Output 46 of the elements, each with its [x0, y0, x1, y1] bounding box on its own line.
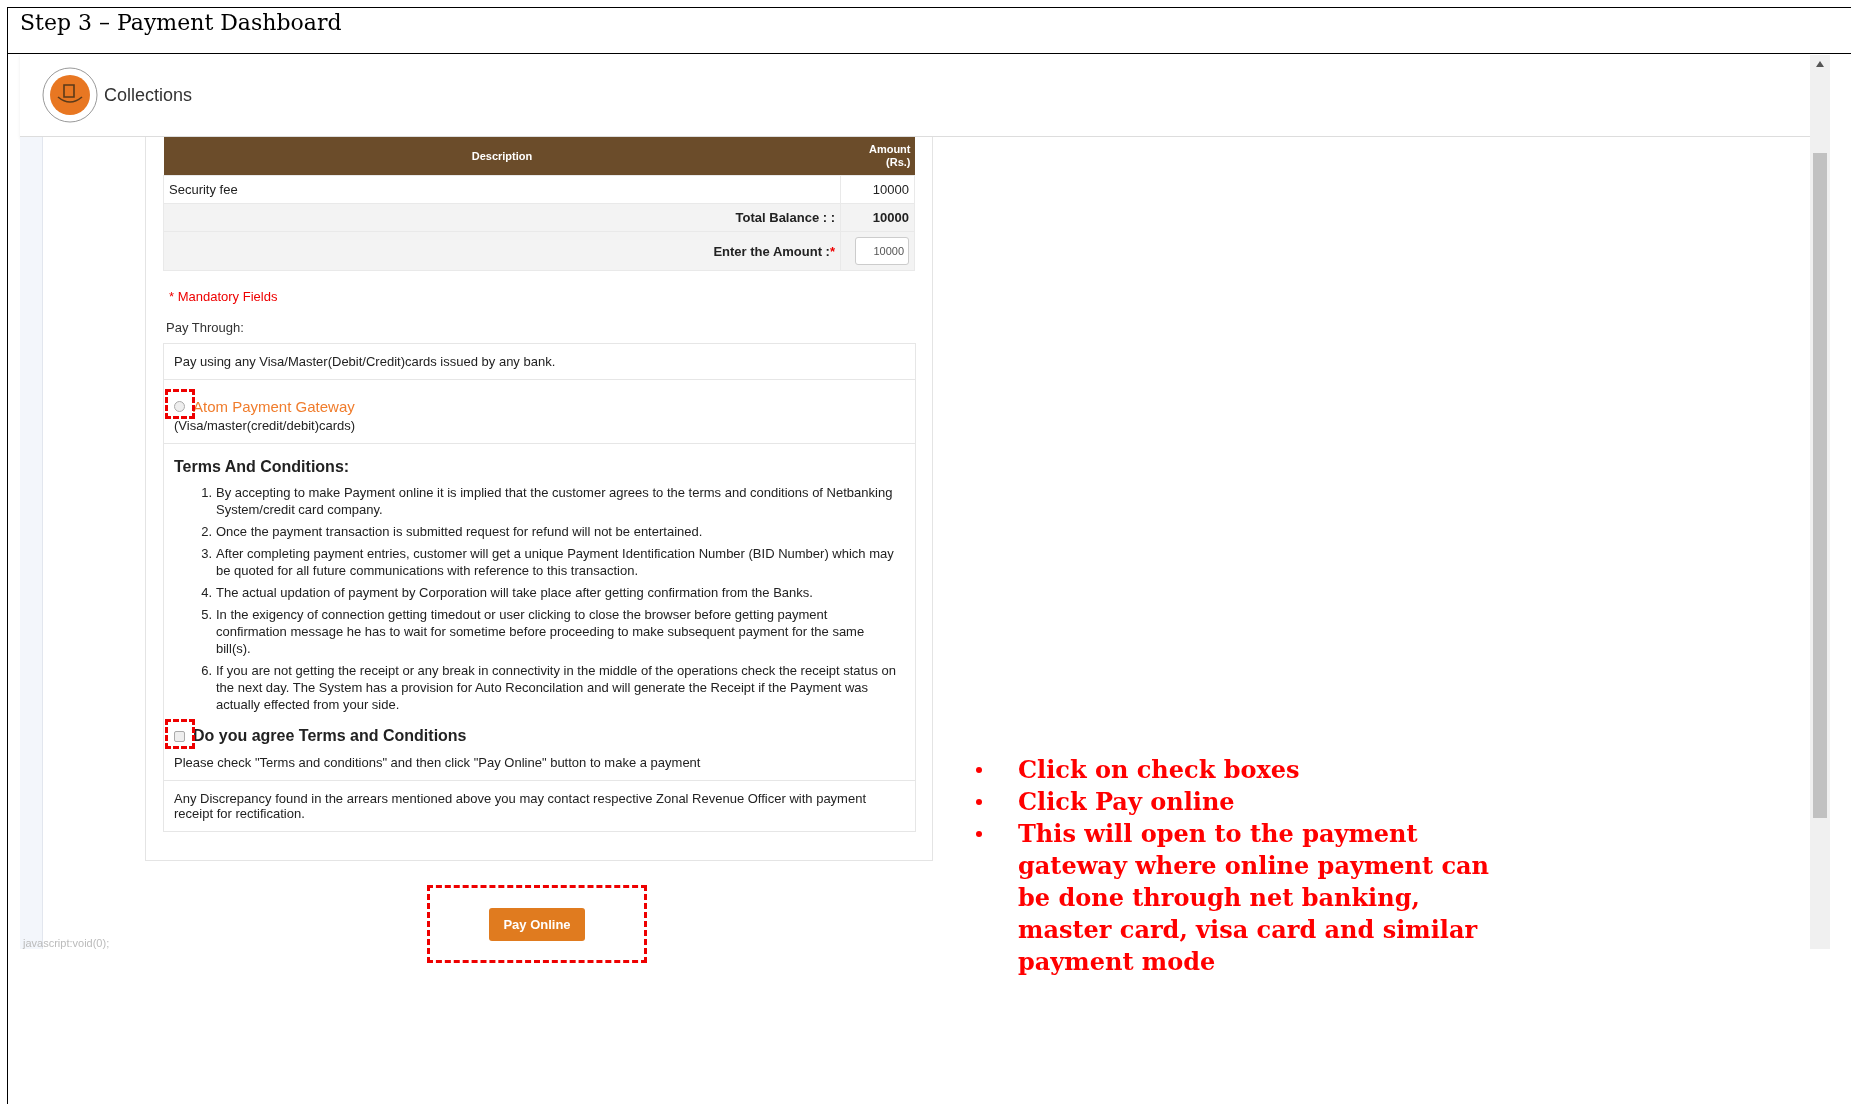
- mandatory-note: * Mandatory Fields: [169, 289, 279, 304]
- bullet-icon: [976, 831, 982, 837]
- scroll-up-icon[interactable]: [1816, 61, 1824, 67]
- terms-heading: Terms And Conditions:: [174, 458, 351, 476]
- radio-button[interactable]: [174, 401, 185, 412]
- terms-item: The actual updation of payment by Corporation will take place after getting confirmation from the Banks.: [216, 584, 814, 601]
- table-cell: Security fee: [163, 175, 841, 204]
- app-title: Collections: [104, 84, 193, 106]
- gateway-option[interactable]: Atom Payment Gateway: [193, 398, 355, 415]
- agree-checkbox[interactable]: [174, 730, 185, 742]
- highlight-marker: [165, 718, 195, 749]
- bullet-icon: [976, 767, 982, 773]
- terms-item: After completing payment entries, customer will get a unique Payment Identification Number (BID Number) which may be quoted for all future communications with reference to this transaction.: [216, 545, 895, 579]
- payment-info: Pay using any Visa/Master(Debit/Credit)cards issued by any bank.: [174, 354, 556, 369]
- column-header: Amount (Rs.): [840, 137, 915, 176]
- discrepancy-note: Any Discrepancy found in the arrears mentioned above you may contact respective Zonal Revenue Officer with payment receipt for rectification.: [174, 791, 866, 821]
- gateway-sublabel: (Visa/master(credit/debit)cards): [174, 418, 357, 433]
- scrollbar[interactable]: [1810, 55, 1830, 949]
- amount-input[interactable]: 10000: [855, 237, 909, 265]
- emblem-logo-icon: [42, 67, 98, 123]
- item-number: 3.: [200, 545, 212, 563]
- item-number: 2.: [200, 523, 212, 540]
- terms-item: Once the payment transaction is submitted request for refund will not be entertained.: [216, 523, 704, 540]
- amount-label: Enter the Amount :*: [713, 243, 835, 259]
- scrollbar-thumb[interactable]: [1813, 153, 1827, 818]
- column-header: Description: [163, 137, 841, 176]
- instruction-text: Click Pay online: [1018, 786, 1236, 818]
- bullet-icon: [976, 799, 982, 805]
- pay-through-label: Pay Through:: [166, 320, 245, 335]
- instruction-text: Click on check boxes: [1018, 754, 1301, 786]
- terms-item: If you are not getting the receipt or any break in connectivity in the middle of the operations check the receipt status on the next day. The System has a provision for Auto Reconcilation and will generate the Receipt if the Payment was actually effected from your side.: [216, 662, 897, 713]
- document-title: Step 3 – Payment Dashboard: [7, 7, 1851, 54]
- status-text: javascript:void(0);: [23, 937, 110, 949]
- item-number: 5.: [200, 606, 212, 624]
- table-cell: 10000: [840, 175, 915, 204]
- pay-online-button[interactable]: Pay Online: [489, 907, 585, 941]
- item-number: 1.: [200, 484, 212, 502]
- total-value: 10000: [840, 203, 915, 232]
- terms-item: By accepting to make Payment online it is implied that the customer agrees to the terms and conditions of Netbanking System/credit card company.: [216, 484, 894, 518]
- instruction-text: This will open to the payment gateway where online payment can be done through net banking, master card, visa card and similar payment mode: [1018, 818, 1491, 978]
- terms-hint: Please check "Terms and conditions" and then click "Pay Online" button to make a payment: [174, 755, 702, 770]
- terms-item: In the exigency of connection getting timedout or user clicking to close the browser before getting payment confirmation message he has to wait for sometime before proceeding to make subsequent payment for the same bill(s).: [216, 606, 866, 657]
- highlight-marker: [165, 389, 195, 419]
- item-number: 4.: [200, 584, 212, 601]
- total-label: Total Balance : :: [163, 203, 841, 232]
- item-number: 6.: [200, 662, 212, 680]
